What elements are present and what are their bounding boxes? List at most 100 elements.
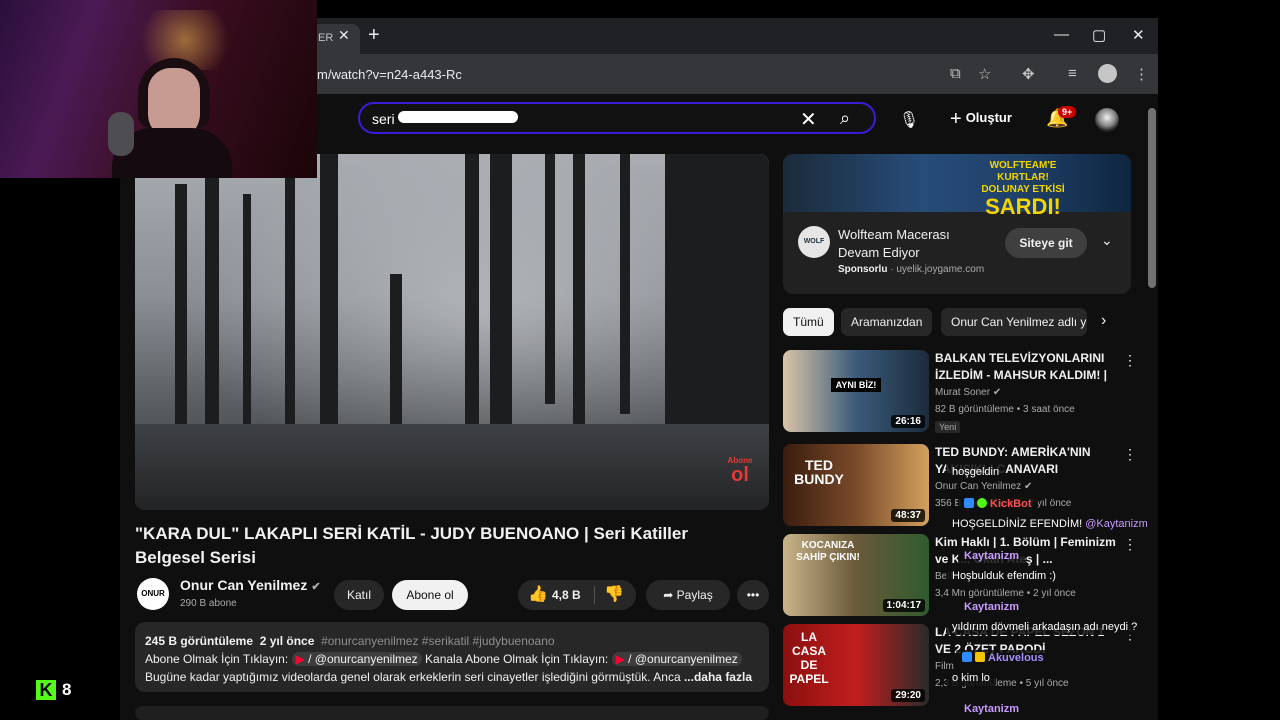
profile-avatar[interactable] xyxy=(1098,64,1117,83)
thumbnail-text: KOCANIZA SAHİP ÇIKIN! xyxy=(796,540,860,563)
chat-username[interactable]: Kaytanizm xyxy=(964,703,1019,715)
chat-username[interactable]: KickBot xyxy=(990,498,1032,510)
sponsored-label: Sponsorlu xyxy=(838,264,888,275)
plus-icon[interactable]: + xyxy=(368,24,380,47)
like-count[interactable]: 4,8 B xyxy=(552,580,581,610)
comments-section-edge xyxy=(135,706,769,720)
search-input[interactable]: seri xyxy=(372,111,395,127)
chat-username-row: Kaytanizm xyxy=(958,701,1026,717)
tab-close-icon[interactable]: ✕ xyxy=(338,27,350,44)
watermark-bottom: ol xyxy=(731,464,749,486)
desc-text: Abone Olmak İçin Tıklayın: xyxy=(145,652,289,666)
view-count: 245 B görüntüleme xyxy=(145,634,254,648)
tree xyxy=(545,154,555,404)
duration-badge: 29:20 xyxy=(891,689,925,702)
chevron-down-icon[interactable]: ⌄ xyxy=(1101,232,1113,249)
verified-icon: ✔ xyxy=(1023,481,1033,492)
rec-title[interactable]: BALKAN TELEVİZYONLARINI İZLEDİM - MAHSUR… xyxy=(935,350,1120,384)
advertiser-logo[interactable]: WOLF xyxy=(798,226,830,258)
more-vert-icon[interactable]: ⋮ xyxy=(1123,446,1137,463)
sponsored-ad[interactable]: WOLFTEAM'E KURTLAR! DOLUNAY ETKİSİ SARDI… xyxy=(783,154,1131,294)
chip-from-search[interactable]: Aramanızdan xyxy=(841,308,933,336)
bookmark-star-icon[interactable]: ☆ xyxy=(978,65,991,83)
clear-search-icon[interactable]: ✕ xyxy=(800,107,817,132)
like-dislike-group: 👍 4,8 B 👎 xyxy=(518,580,636,610)
visit-site-button[interactable]: Siteye git xyxy=(1005,228,1087,258)
user-avatar[interactable] xyxy=(1095,108,1119,132)
webcam-overlay xyxy=(0,0,317,178)
verified-icon: ✔ xyxy=(992,387,1002,398)
chat-username[interactable]: Akuvelous xyxy=(988,652,1044,664)
thumbs-down-icon[interactable]: 👎 xyxy=(604,580,624,610)
chat-mention[interactable]: @Kaytanizm xyxy=(1085,518,1148,530)
recommendation-item[interactable]: AYNI BİZ! 26:16 BALKAN TELEVİZYONLARINI … xyxy=(783,350,1153,434)
chat-username-row: Kaytanizm xyxy=(958,548,1026,564)
close-window-icon[interactable]: ✕ xyxy=(1132,26,1145,44)
channel-avatar[interactable]: ONUR CAN xyxy=(137,578,169,630)
chat-message: yıldırım dövmeli arkadaşın adı neydi ? xyxy=(946,619,1144,635)
publish-date: 2 yıl önce xyxy=(259,634,315,648)
thumbnail-text: AYNI BİZ! xyxy=(831,378,881,392)
join-button[interactable]: Katıl xyxy=(334,580,384,610)
microphone xyxy=(108,112,134,156)
chip-channel[interactable]: Onur Can Yenilmez adlı y xyxy=(941,308,1087,336)
more-actions-button[interactable]: ••• xyxy=(737,580,769,610)
search-box[interactable]: seri ✕ ⌕ xyxy=(358,102,876,134)
maximize-icon[interactable]: ▢ xyxy=(1092,26,1106,44)
badge-icon xyxy=(964,498,974,508)
screen: ER ✕ + — ▢ ✕ m/watch?v=n24-a443-Rc ⧉ ☆ ✥… xyxy=(0,0,1280,720)
chat-text: yıldırım dövmeli arkadaşın adı neydi ? xyxy=(952,621,1138,633)
channel-mention-2[interactable]: ▶ / @onurcanyenilmez xyxy=(611,652,742,666)
censor-bar xyxy=(398,111,518,123)
thumbs-up-icon[interactable]: 👍 xyxy=(528,580,548,610)
channel-mention-1[interactable]: ▶ / @onurcanyenilmez xyxy=(291,652,422,666)
subscribe-button[interactable]: Abone ol xyxy=(392,580,468,610)
description-box[interactable]: 245 B görüntüleme 2 yıl önce #onurcanyen… xyxy=(135,622,769,692)
kick-logo-icon: K xyxy=(36,680,56,700)
recommendation-item[interactable]: LA CASA DE PAPEL 29:20 LA CASA DE PAPEL … xyxy=(783,624,1153,708)
video-thumbnail[interactable]: KOCANIZA SAHİP ÇIKIN! 1:04:17 xyxy=(783,534,929,616)
install-app-icon[interactable]: ⧉ xyxy=(950,65,961,82)
rec-meta: 82 B görüntüleme • 3 saat önce xyxy=(935,404,1075,415)
minimize-icon[interactable]: — xyxy=(1054,26,1069,43)
url-field[interactable]: m/watch?v=n24-a443-Rc xyxy=(317,67,462,82)
share-button[interactable]: ➦ Paylaş xyxy=(646,580,730,610)
rec-channel[interactable]: Murat Soner ✔ xyxy=(935,387,1001,398)
channel-name[interactable]: Onur Can Yenilmez ✔ xyxy=(180,577,321,593)
show-more-link[interactable]: ...daha fazla xyxy=(684,670,752,684)
chip-all[interactable]: Tümü xyxy=(783,308,834,336)
chat-message: Hoşbulduk efendim :) xyxy=(946,568,1062,584)
video-thumbnail[interactable]: LA CASA DE PAPEL 29:20 xyxy=(783,624,929,706)
youtube-icon: ▶ xyxy=(295,652,305,666)
menu-kebab-icon[interactable]: ⋮ xyxy=(1134,65,1149,83)
desc-text: Kanala Abone Olmak İçin Tıklayın: xyxy=(425,652,609,666)
thumbnail-text: LA CASA DE PAPEL xyxy=(789,630,829,686)
chat-username[interactable]: Kaytanizm xyxy=(964,601,1019,613)
extensions-icon[interactable]: ✥ xyxy=(1022,65,1035,83)
video-thumbnail[interactable]: TED BUNDY 48:37 xyxy=(783,444,929,526)
more-horiz-icon: ••• xyxy=(746,588,760,602)
video-player[interactable]: Abone ol xyxy=(135,154,769,510)
mic-icon[interactable]: 🎙 xyxy=(894,106,924,136)
page-scrollbar[interactable] xyxy=(1148,108,1156,288)
rec-meta: 3,4 Mn görüntüleme • 2 yıl önce xyxy=(935,588,1076,599)
duration-badge: 48:37 xyxy=(891,509,925,522)
video-thumbnail[interactable]: AYNI BİZ! 26:16 xyxy=(783,350,929,432)
share-icon: ➦ xyxy=(663,588,677,602)
ad-title[interactable]: Wolfteam Macerası Devam Ediyor xyxy=(838,226,988,262)
ad-domain: · uyelik.joygame.com xyxy=(890,264,985,275)
tab-title: ER xyxy=(318,32,334,44)
media-control-icon[interactable]: ≡ xyxy=(1068,65,1077,82)
description-line-3: Bugüne kadar yaptığımız videolarda genel… xyxy=(145,668,759,686)
subscribe-watermark[interactable]: Abone ol xyxy=(723,456,757,485)
more-vert-icon[interactable]: ⋮ xyxy=(1123,536,1137,553)
chevron-right-icon[interactable]: › xyxy=(1101,312,1106,330)
ad-banner[interactable]: WOLFTEAM'E KURTLAR! DOLUNAY ETKİSİ SARDI… xyxy=(783,154,1131,218)
search-icon[interactable]: ⌕ xyxy=(840,108,850,129)
hashtags[interactable]: #onurcanyenilmez #serikatil #judybuenoan… xyxy=(321,634,554,648)
ad-banner-text: WOLFTEAM'E KURTLAR! DOLUNAY ETKİSİ SARDI… xyxy=(963,160,1083,218)
rec-channel[interactable]: Onur Can Yenilmez ✔ xyxy=(935,481,1032,492)
more-vert-icon[interactable]: ⋮ xyxy=(1123,352,1137,369)
chat-username[interactable]: Kaytanizm xyxy=(964,550,1019,562)
create-button[interactable]: + Oluştur xyxy=(950,108,1012,131)
